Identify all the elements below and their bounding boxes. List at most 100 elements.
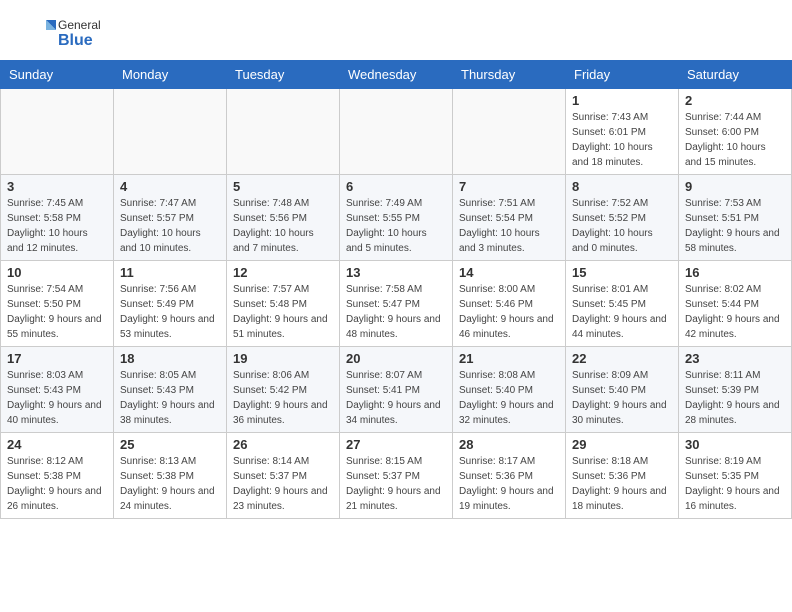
day-number: 24 bbox=[7, 437, 107, 452]
day-info: Sunrise: 7:43 AM Sunset: 6:01 PM Dayligh… bbox=[572, 110, 672, 170]
calendar-cell bbox=[1, 89, 114, 175]
day-info: Sunrise: 7:44 AM Sunset: 6:00 PM Dayligh… bbox=[685, 110, 785, 170]
day-info: Sunrise: 8:03 AM Sunset: 5:43 PM Dayligh… bbox=[7, 368, 107, 428]
calendar-cell: 17 Sunrise: 8:03 AM Sunset: 5:43 PM Dayli… bbox=[1, 347, 114, 433]
col-header-saturday: Saturday bbox=[679, 61, 792, 89]
calendar-cell: 16 Sunrise: 8:02 AM Sunset: 5:44 PM Dayli… bbox=[679, 261, 792, 347]
col-header-monday: Monday bbox=[114, 61, 227, 89]
calendar-cell bbox=[227, 89, 340, 175]
day-info: Sunrise: 7:45 AM Sunset: 5:58 PM Dayligh… bbox=[7, 196, 107, 256]
day-info: Sunrise: 7:52 AM Sunset: 5:52 PM Dayligh… bbox=[572, 196, 672, 256]
page-header: General Blue bbox=[0, 0, 792, 60]
logo-general-text: General bbox=[58, 19, 101, 32]
day-number: 30 bbox=[685, 437, 785, 452]
day-number: 7 bbox=[459, 179, 559, 194]
day-info: Sunrise: 7:51 AM Sunset: 5:54 PM Dayligh… bbox=[459, 196, 559, 256]
calendar-cell: 20 Sunrise: 8:07 AM Sunset: 5:41 PM Dayli… bbox=[340, 347, 453, 433]
calendar-cell: 2 Sunrise: 7:44 AM Sunset: 6:00 PM Daylig… bbox=[679, 89, 792, 175]
calendar-cell: 5Sunrise: 7:48 AM Sunset: 5:56 PM Daylig… bbox=[227, 175, 340, 261]
day-number: 12 bbox=[233, 265, 333, 280]
calendar-cell: 28 Sunrise: 8:17 AM Sunset: 5:36 PM Dayli… bbox=[453, 433, 566, 519]
calendar-cell: 8 Sunrise: 7:52 AM Sunset: 5:52 PM Daylig… bbox=[566, 175, 679, 261]
calendar-cell: 27Sunrise: 8:15 AM Sunset: 5:37 PM Dayli… bbox=[340, 433, 453, 519]
day-number: 14 bbox=[459, 265, 559, 280]
day-number: 4 bbox=[120, 179, 220, 194]
day-info: Sunrise: 8:19 AM Sunset: 5:35 PM Dayligh… bbox=[685, 454, 785, 514]
day-info: Sunrise: 8:08 AM Sunset: 5:40 PM Dayligh… bbox=[459, 368, 559, 428]
col-header-thursday: Thursday bbox=[453, 61, 566, 89]
day-number: 18 bbox=[120, 351, 220, 366]
calendar-cell: 30 Sunrise: 8:19 AM Sunset: 5:35 PM Dayli… bbox=[679, 433, 792, 519]
day-number: 15 bbox=[572, 265, 672, 280]
day-number: 23 bbox=[685, 351, 785, 366]
calendar-week-row: 24 Sunrise: 8:12 AM Sunset: 5:38 PM Dayli… bbox=[1, 433, 792, 519]
day-number: 17 bbox=[7, 351, 107, 366]
day-info: Sunrise: 7:57 AM Sunset: 5:48 PM Dayligh… bbox=[233, 282, 333, 342]
calendar-cell: 6 Sunrise: 7:49 AM Sunset: 5:55 PM Daylig… bbox=[340, 175, 453, 261]
day-number: 13 bbox=[346, 265, 446, 280]
day-number: 26 bbox=[233, 437, 333, 452]
calendar-cell: 11Sunrise: 7:56 AM Sunset: 5:49 PM Dayli… bbox=[114, 261, 227, 347]
day-info: Sunrise: 8:07 AM Sunset: 5:41 PM Dayligh… bbox=[346, 368, 446, 428]
day-info: Sunrise: 8:13 AM Sunset: 5:38 PM Dayligh… bbox=[120, 454, 220, 514]
day-number: 3 bbox=[7, 179, 107, 194]
day-number: 20 bbox=[346, 351, 446, 366]
day-number: 28 bbox=[459, 437, 559, 452]
calendar-cell: 14 Sunrise: 8:00 AM Sunset: 5:46 PM Dayli… bbox=[453, 261, 566, 347]
day-number: 19 bbox=[233, 351, 333, 366]
calendar-cell: 24 Sunrise: 8:12 AM Sunset: 5:38 PM Dayli… bbox=[1, 433, 114, 519]
logo-blue-text: Blue bbox=[58, 32, 101, 50]
calendar-cell: 23 Sunrise: 8:11 AM Sunset: 5:39 PM Dayli… bbox=[679, 347, 792, 433]
calendar-week-row: 10Sunrise: 7:54 AM Sunset: 5:50 PM Dayli… bbox=[1, 261, 792, 347]
day-number: 27 bbox=[346, 437, 446, 452]
calendar-cell: 10Sunrise: 7:54 AM Sunset: 5:50 PM Dayli… bbox=[1, 261, 114, 347]
calendar-header-row: SundayMondayTuesdayWednesdayThursdayFrid… bbox=[1, 61, 792, 89]
col-header-wednesday: Wednesday bbox=[340, 61, 453, 89]
calendar-week-row: 3 Sunrise: 7:45 AM Sunset: 5:58 PM Daylig… bbox=[1, 175, 792, 261]
day-number: 25 bbox=[120, 437, 220, 452]
day-number: 10 bbox=[7, 265, 107, 280]
logo: General Blue bbox=[24, 18, 101, 50]
day-info: Sunrise: 8:14 AM Sunset: 5:37 PM Dayligh… bbox=[233, 454, 333, 514]
calendar-cell bbox=[114, 89, 227, 175]
day-info: Sunrise: 8:01 AM Sunset: 5:45 PM Dayligh… bbox=[572, 282, 672, 342]
calendar-cell: 1 Sunrise: 7:43 AM Sunset: 6:01 PM Daylig… bbox=[566, 89, 679, 175]
day-number: 29 bbox=[572, 437, 672, 452]
calendar-cell: 9 Sunrise: 7:53 AM Sunset: 5:51 PM Daylig… bbox=[679, 175, 792, 261]
day-info: Sunrise: 8:02 AM Sunset: 5:44 PM Dayligh… bbox=[685, 282, 785, 342]
day-number: 9 bbox=[685, 179, 785, 194]
day-info: Sunrise: 8:09 AM Sunset: 5:40 PM Dayligh… bbox=[572, 368, 672, 428]
day-info: Sunrise: 8:11 AM Sunset: 5:39 PM Dayligh… bbox=[685, 368, 785, 428]
calendar-cell: 12 Sunrise: 7:57 AM Sunset: 5:48 PM Dayli… bbox=[227, 261, 340, 347]
day-info: Sunrise: 7:53 AM Sunset: 5:51 PM Dayligh… bbox=[685, 196, 785, 256]
calendar-cell: 7 Sunrise: 7:51 AM Sunset: 5:54 PM Daylig… bbox=[453, 175, 566, 261]
calendar-cell: 18 Sunrise: 8:05 AM Sunset: 5:43 PM Dayli… bbox=[114, 347, 227, 433]
day-info: Sunrise: 8:06 AM Sunset: 5:42 PM Dayligh… bbox=[233, 368, 333, 428]
calendar-cell: 13 Sunrise: 7:58 AM Sunset: 5:47 PM Dayli… bbox=[340, 261, 453, 347]
day-info: Sunrise: 8:18 AM Sunset: 5:36 PM Dayligh… bbox=[572, 454, 672, 514]
calendar-cell: 3 Sunrise: 7:45 AM Sunset: 5:58 PM Daylig… bbox=[1, 175, 114, 261]
day-info: Sunrise: 8:00 AM Sunset: 5:46 PM Dayligh… bbox=[459, 282, 559, 342]
calendar-cell: 19 Sunrise: 8:06 AM Sunset: 5:42 PM Dayli… bbox=[227, 347, 340, 433]
day-info: Sunrise: 7:47 AM Sunset: 5:57 PM Dayligh… bbox=[120, 196, 220, 256]
day-info: Sunrise: 8:17 AM Sunset: 5:36 PM Dayligh… bbox=[459, 454, 559, 514]
day-number: 2 bbox=[685, 93, 785, 108]
day-number: 11 bbox=[120, 265, 220, 280]
calendar-cell bbox=[453, 89, 566, 175]
day-number: 21 bbox=[459, 351, 559, 366]
calendar-cell: 4 Sunrise: 7:47 AM Sunset: 5:57 PM Daylig… bbox=[114, 175, 227, 261]
day-info: Sunrise: 7:49 AM Sunset: 5:55 PM Dayligh… bbox=[346, 196, 446, 256]
day-number: 5 bbox=[233, 179, 333, 194]
day-number: 1 bbox=[572, 93, 672, 108]
logo-icon: General Blue bbox=[24, 18, 101, 50]
day-info: Sunrise: 7:58 AM Sunset: 5:47 PM Dayligh… bbox=[346, 282, 446, 342]
day-number: 16 bbox=[685, 265, 785, 280]
day-info: Sunrise: 8:12 AM Sunset: 5:38 PM Dayligh… bbox=[7, 454, 107, 514]
day-number: 8 bbox=[572, 179, 672, 194]
day-number: 6 bbox=[346, 179, 446, 194]
col-header-tuesday: Tuesday bbox=[227, 61, 340, 89]
calendar-cell: 15 Sunrise: 8:01 AM Sunset: 5:45 PM Dayli… bbox=[566, 261, 679, 347]
day-info: Sunrise: 8:05 AM Sunset: 5:43 PM Dayligh… bbox=[120, 368, 220, 428]
calendar-cell: 21 Sunrise: 8:08 AM Sunset: 5:40 PM Dayli… bbox=[453, 347, 566, 433]
col-header-friday: Friday bbox=[566, 61, 679, 89]
